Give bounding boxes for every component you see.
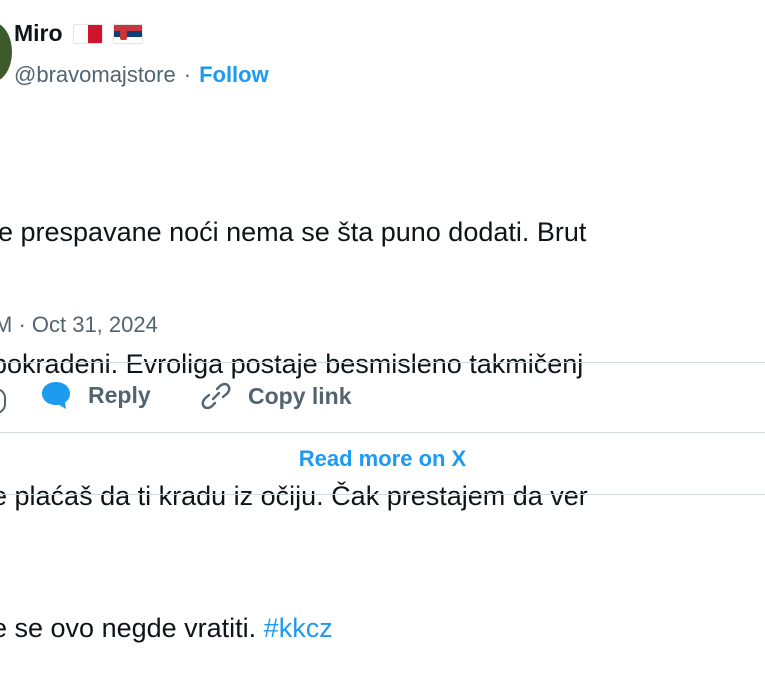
divider: [0, 494, 765, 495]
tweet-line-4: e se ovo negde vratiti. #kkcz: [0, 606, 765, 650]
tweet-line-1: le prespavane noći nema se šta puno doda…: [0, 217, 587, 247]
follow-button[interactable]: Follow: [199, 62, 269, 88]
author-name-row: Miro: [14, 20, 143, 47]
separator-dot: ·: [183, 62, 192, 87]
reply-button[interactable]: Reply: [40, 380, 151, 410]
tweet-line-4-text: e se ovo negde vratiti.: [0, 613, 264, 643]
author-handle-row: @bravomajstore · Follow: [14, 62, 269, 88]
divider: [0, 362, 765, 363]
read-more-on-x-link[interactable]: Read more on X: [0, 446, 765, 472]
link-icon: [200, 380, 232, 412]
author-handle[interactable]: @bravomajstore: [14, 62, 176, 88]
serbia-flag-icon: [112, 23, 143, 44]
reply-bubble-icon: [40, 380, 72, 410]
malta-flag-icon: [72, 23, 103, 44]
copy-link-button[interactable]: Copy link: [200, 380, 352, 412]
copy-link-label: Copy link: [248, 382, 352, 409]
reply-label: Reply: [88, 381, 151, 408]
divider: [0, 432, 765, 433]
hashtag-link[interactable]: #kkcz: [264, 613, 333, 643]
tweet-line-3: e plaćaš da ti kradu iz očiju. Čak prest…: [0, 481, 588, 511]
avatar[interactable]: [0, 22, 12, 82]
tweet-timestamp[interactable]: M · Oct 31, 2024: [0, 312, 158, 338]
author-name[interactable]: Miro: [14, 20, 63, 47]
